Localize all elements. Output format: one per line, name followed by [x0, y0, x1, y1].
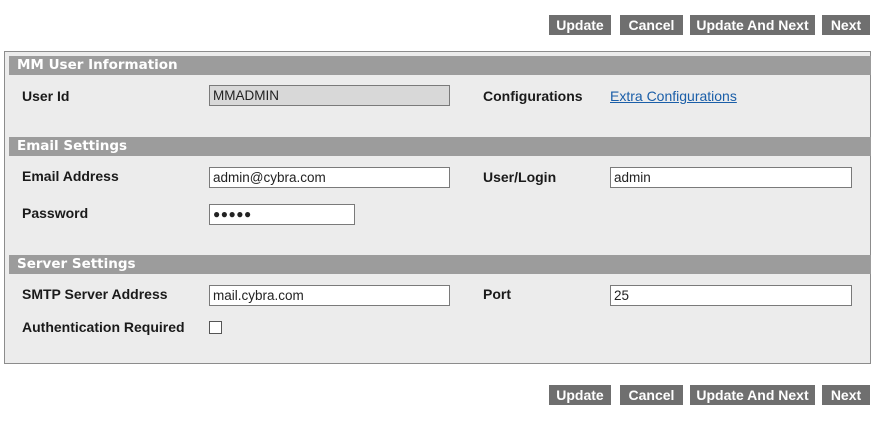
authentication-required-checkbox[interactable]	[209, 321, 222, 334]
password-label: Password	[22, 205, 89, 221]
user-login-input[interactable]: admin	[610, 167, 852, 188]
update-button[interactable]: Update	[549, 15, 611, 35]
smtp-server-address-label: SMTP Server Address	[22, 286, 168, 302]
user-login-label: User/Login	[483, 169, 557, 185]
cancel-button[interactable]: Cancel	[620, 385, 683, 405]
user-id-field: MMADMIN	[209, 85, 450, 106]
update-and-next-button[interactable]: Update And Next	[690, 385, 815, 405]
email-address-label: Email Address	[22, 168, 119, 184]
next-button[interactable]: Next	[822, 15, 870, 35]
configurations-label: Configurations	[483, 88, 583, 104]
update-and-next-button[interactable]: Update And Next	[690, 15, 815, 35]
settings-panel: MM User Information User Id MMADMIN Conf…	[4, 51, 871, 364]
next-button[interactable]: Next	[822, 385, 870, 405]
extra-configurations-link[interactable]: Extra Configurations	[610, 88, 737, 104]
section-header-email-settings: Email Settings	[9, 137, 871, 156]
port-label: Port	[483, 286, 511, 302]
update-button[interactable]: Update	[549, 385, 611, 405]
bottom-toolbar: Update Cancel Update And Next Next	[0, 385, 888, 405]
smtp-server-address-input[interactable]: mail.cybra.com	[209, 285, 450, 306]
cancel-button[interactable]: Cancel	[620, 15, 683, 35]
password-input[interactable]: ●●●●●	[209, 204, 355, 225]
section-header-user-info: MM User Information	[9, 56, 871, 75]
email-address-input[interactable]: admin@cybra.com	[209, 167, 450, 188]
section-header-server-settings: Server Settings	[9, 255, 871, 274]
top-toolbar: Update Cancel Update And Next Next	[0, 15, 888, 35]
port-input[interactable]: 25	[610, 285, 852, 306]
user-id-label: User Id	[22, 88, 70, 104]
authentication-required-label: Authentication Required	[22, 319, 185, 335]
